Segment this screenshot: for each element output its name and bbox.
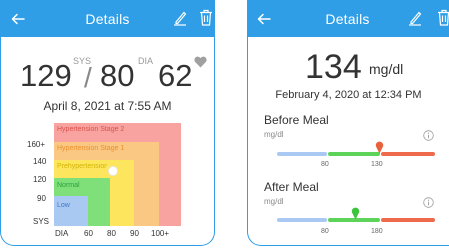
range-low-segment xyxy=(277,218,327,222)
info-icon[interactable] xyxy=(423,197,434,208)
zone-label-stage-1: Hypertension Stage 1 xyxy=(57,145,125,152)
y-tick-160: 160+ xyxy=(27,140,46,149)
pencil-icon[interactable] xyxy=(408,10,422,26)
section-title: After Meal xyxy=(264,180,319,194)
zone-label-stage-2: Hypertension Stage 2 xyxy=(57,126,125,133)
blood-pressure-details-screen: Details 129 SYS / 80 DIA 62 April 8, 202… xyxy=(0,0,215,246)
glucose-value: 134 xyxy=(305,48,362,86)
tick-high: 180 xyxy=(371,228,383,235)
zone-label-low: Low xyxy=(57,202,70,209)
header-bar: Details xyxy=(1,0,214,37)
bp-separator: / xyxy=(84,62,92,93)
tick-high: 130 xyxy=(371,161,383,168)
x-tick-80: 80 xyxy=(107,229,116,238)
range-high-segment xyxy=(381,152,435,156)
y-tick-140: 140 xyxy=(33,157,47,166)
section-unit: mg/dl xyxy=(264,130,284,139)
x-tick-90: 90 xyxy=(130,229,139,238)
y-axis-label: SYS xyxy=(33,217,50,226)
tick-low: 80 xyxy=(321,228,329,235)
section-title: Before Meal xyxy=(264,113,329,127)
tick-low: 80 xyxy=(321,161,329,168)
y-tick-90: 90 xyxy=(37,194,46,203)
glucose-details-screen: Details 134 mg/dl February 4, 2020 at 12… xyxy=(247,0,449,246)
heart-icon xyxy=(194,56,207,68)
trash-icon[interactable] xyxy=(199,9,213,26)
x-tick-60: 60 xyxy=(84,229,93,238)
value-marker xyxy=(351,207,360,220)
zone-low xyxy=(54,196,88,226)
pulse-value: 62 xyxy=(158,58,193,93)
zone-label-normal: Normal xyxy=(57,182,80,189)
reading-date: February 4, 2020 at 12:34 PM xyxy=(275,89,422,101)
range-high-segment xyxy=(381,218,435,222)
pencil-icon[interactable] xyxy=(173,10,187,26)
header-bar: Details xyxy=(248,0,449,37)
reading-date: April 8, 2021 at 7:55 AM xyxy=(43,99,172,113)
diastolic-value: 80 xyxy=(100,58,135,93)
trash-icon[interactable] xyxy=(437,9,449,26)
value-marker xyxy=(375,141,384,154)
reading-marker xyxy=(108,166,118,176)
x-axis-label: DIA xyxy=(55,229,69,238)
range-normal-segment xyxy=(328,152,380,156)
y-tick-120: 120 xyxy=(33,175,47,184)
glucose-unit: mg/dl xyxy=(369,61,404,77)
dia-label: DIA xyxy=(138,56,154,66)
x-tick-100-plus: 100+ xyxy=(151,229,170,238)
section-unit: mg/dl xyxy=(264,197,284,206)
systolic-value: 129 xyxy=(20,58,72,93)
range-low-segment xyxy=(277,152,327,156)
zone-label-prehypertension: Prehypertension xyxy=(57,163,107,170)
info-icon[interactable] xyxy=(423,130,434,141)
